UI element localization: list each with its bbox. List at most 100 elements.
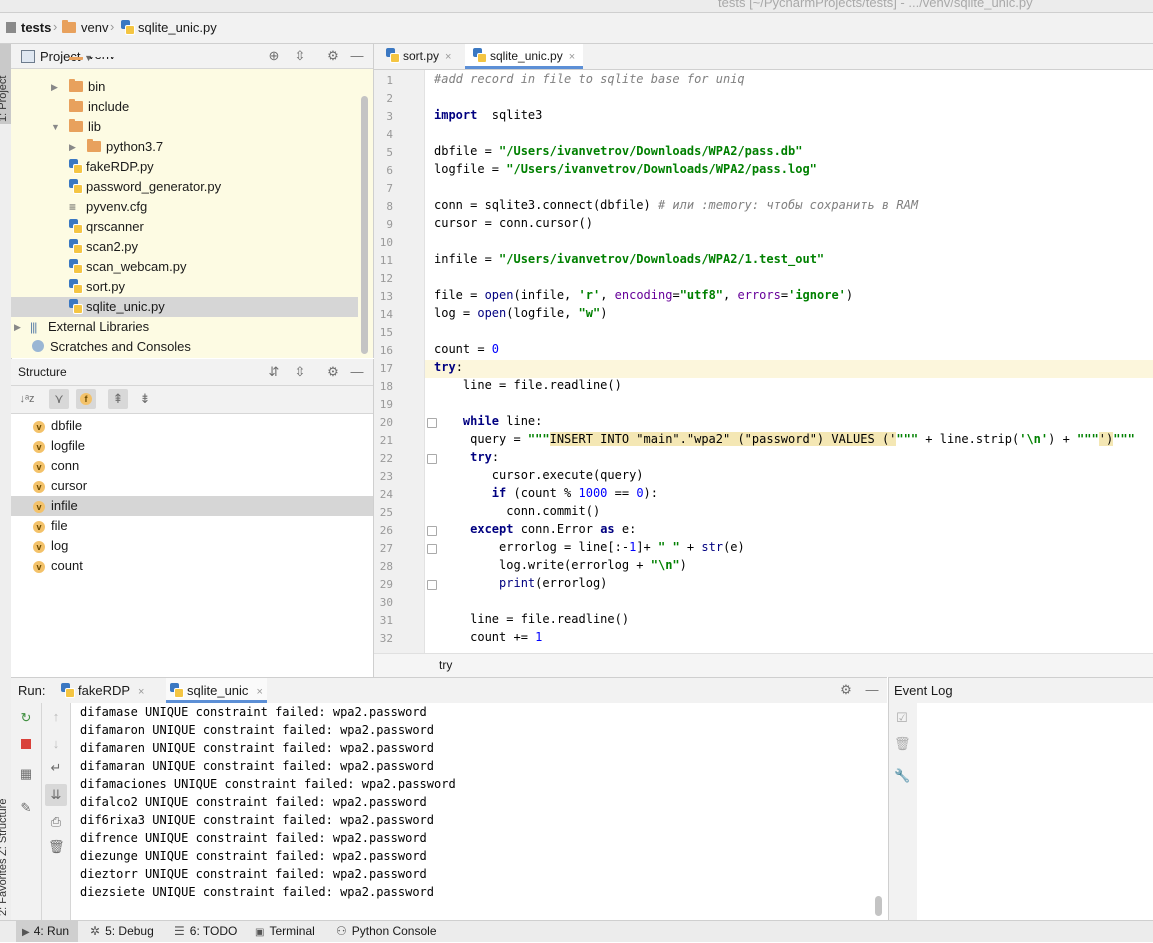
hide-panel-icon[interactable]: — (349, 364, 365, 380)
close-tab-icon[interactable]: × (256, 686, 262, 698)
bottom-tab-python-console[interactable]: ⚇ Python Console (336, 921, 437, 942)
tree-item-fakerdp[interactable]: fakeRDP.py (69, 157, 154, 177)
project-tool-label[interactable]: 1: Project (0, 76, 9, 122)
console-line: difrence UNIQUE constraint failed: wpa2.… (80, 831, 427, 845)
console-scrollbar[interactable] (875, 896, 882, 916)
structure-item-log[interactable]: v log (33, 536, 68, 556)
expand-arrow-icon[interactable]: ▶ (51, 77, 58, 97)
sort-alphabetically-icon[interactable]: ↓ᵃz (18, 391, 36, 407)
event-log-toolbar: ☑ 🗑 🔧 (888, 703, 918, 920)
run-tab-fakerdp[interactable]: fakeRDP × (61, 678, 144, 703)
hide-panel-icon[interactable]: — (349, 48, 365, 64)
tree-item-external-libraries[interactable]: ▶ ||| External Libraries (14, 317, 149, 337)
bottom-tab-terminal[interactable]: ▣ Terminal (255, 921, 315, 942)
print-icon[interactable]: ⎙ (48, 814, 64, 830)
close-tab-icon[interactable]: × (569, 51, 575, 63)
collapse-all-icon[interactable]: ⇳ (292, 48, 308, 64)
folder-icon (69, 57, 83, 60)
tree-item-qrscanner[interactable]: qrscanner (69, 217, 144, 237)
structure-tool-label[interactable]: Z: Structure (0, 799, 9, 856)
collapse-arrow-icon[interactable]: ▼ (51, 117, 60, 137)
fold-marker-icon[interactable] (427, 454, 437, 464)
tab-sqlite-unic-py[interactable]: sqlite_unic.py × (465, 44, 584, 69)
tab-sort-py[interactable]: sort.py × (378, 44, 459, 69)
structure-item-cursor[interactable]: v cursor (33, 476, 87, 496)
pin-tab-icon[interactable]: ✎ (18, 800, 34, 816)
code-token: """ (896, 432, 919, 446)
event-log-title: Event Log (894, 683, 953, 698)
tree-item-sort[interactable]: sort.py (69, 277, 125, 297)
scroll-to-end-toggle[interactable]: ⇊ (45, 784, 67, 806)
close-tab-icon[interactable]: × (138, 686, 144, 698)
code-token: errorlog = line[:- (434, 540, 630, 554)
structure-item-conn[interactable]: v conn (33, 456, 79, 476)
fold-marker-icon[interactable] (427, 418, 437, 428)
tree-item-scan2[interactable]: scan2.py (69, 237, 138, 257)
gear-icon[interactable]: ⚙ (325, 48, 341, 64)
up-arrow-icon[interactable]: ↑ (48, 709, 64, 725)
bottom-tab-todo[interactable]: ☰ 6: TODO (174, 921, 237, 942)
expand-all-icon[interactable]: ⇵ (266, 364, 282, 380)
tree-item-python37[interactable]: ▶ python3.7 (69, 137, 163, 157)
scroll-from-source-icon[interactable]: ⇟ (137, 391, 153, 407)
expand-arrow-icon[interactable]: ▶ (14, 317, 21, 337)
stop-icon[interactable] (21, 739, 31, 749)
breadcrumb-project[interactable]: tests (6, 20, 51, 35)
tree-item-sqlite-unic[interactable]: sqlite_unic.py (69, 297, 165, 317)
autoscroll-to-source-toggle[interactable]: ⇞ (108, 389, 128, 409)
structure-item-count[interactable]: v count (33, 556, 83, 576)
structure-item-logfile[interactable]: v logfile (33, 436, 85, 456)
show-inherited-toggle[interactable]: ⋎ (49, 389, 69, 409)
code-line: query = """INSERT INTO "main"."wpa2" ("p… (434, 432, 1135, 446)
tree-item-include[interactable]: include (69, 97, 129, 117)
code-token: = (672, 288, 680, 302)
expand-arrow-icon[interactable]: ▶ (69, 137, 76, 157)
event-log-body[interactable] (917, 703, 1153, 920)
breadcrumb-file[interactable]: sqlite_unic.py (121, 20, 217, 35)
show-fields-toggle[interactable]: f (76, 389, 96, 409)
gear-icon[interactable]: ⚙ (838, 682, 854, 698)
structure-item-dbfile[interactable]: v dbfile (33, 416, 82, 436)
code-token: dbfile = (434, 144, 500, 158)
bottom-tab-run[interactable]: ▶ 4: Run (16, 921, 78, 942)
trash-icon[interactable]: 🗑 (894, 736, 911, 752)
project-scrollbar[interactable] (361, 96, 368, 354)
fold-marker-icon[interactable] (427, 580, 437, 590)
tree-item-password-generator[interactable]: password_generator.py (69, 177, 221, 197)
run-console-output[interactable]: difamase UNIQUE constraint failed: wpa2.… (71, 703, 887, 920)
locate-file-icon[interactable]: ⊕ (266, 48, 282, 64)
restore-layout-icon[interactable]: ▦ (18, 766, 34, 782)
window-title: tests [~/PycharmProjects/tests] - .../ve… (718, 0, 1033, 10)
editor-breadcrumb-item[interactable]: try (439, 658, 452, 672)
hide-panel-icon[interactable]: — (864, 682, 880, 698)
gear-icon[interactable]: ⚙ (325, 364, 341, 380)
wrench-icon[interactable]: 🔧 (894, 768, 910, 784)
code-token: 0 (636, 486, 644, 500)
run-tab-sqlite-unic[interactable]: sqlite_unic × (166, 678, 267, 703)
down-arrow-icon[interactable]: ↓ (48, 736, 64, 752)
tree-item-scan-webcam[interactable]: scan_webcam.py (69, 257, 186, 277)
python-file-icon (69, 239, 83, 254)
soft-wrap-icon[interactable]: ↵ (48, 760, 64, 776)
fold-marker-icon[interactable] (427, 526, 437, 536)
python-run-icon (61, 683, 75, 698)
close-tab-icon[interactable]: × (445, 51, 451, 63)
code-editor[interactable]: #add record in file to sqlite base for u… (425, 70, 1153, 653)
tree-item-venv[interactable]: venv (69, 57, 115, 69)
structure-item-infile[interactable]: v infile (33, 496, 78, 516)
favorites-tool-label[interactable]: 2: Favorites (0, 859, 9, 916)
fold-marker-icon[interactable] (427, 544, 437, 554)
rerun-icon[interactable]: ↻ (18, 710, 34, 726)
trash-icon[interactable]: 🗑 (48, 839, 65, 855)
tree-item-scratches[interactable]: Scratches and Consoles (32, 337, 191, 357)
structure-item-file[interactable]: v file (33, 516, 68, 536)
bottom-tab-debug[interactable]: ✲ 5: Debug (90, 921, 154, 942)
mark-read-icon[interactable]: ☑ (894, 710, 910, 726)
code-line: count += 1 (434, 630, 542, 644)
collapse-all-icon[interactable]: ⇳ (292, 364, 308, 380)
tree-item-bin[interactable]: ▶ bin (51, 77, 105, 97)
tree-item-lib[interactable]: ▼ lib (51, 117, 101, 137)
breadcrumb-venv[interactable]: venv (62, 20, 108, 35)
code-token: (errorlog) (535, 576, 608, 590)
tree-item-pyvenv-cfg[interactable]: ≡ pyvenv.cfg (69, 197, 147, 217)
